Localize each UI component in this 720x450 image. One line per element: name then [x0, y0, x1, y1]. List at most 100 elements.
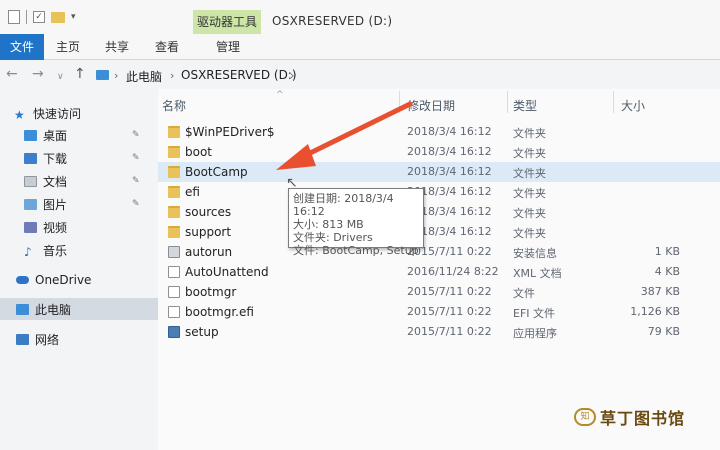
file-name: efi	[185, 185, 200, 199]
nav-label: 文档	[43, 174, 68, 189]
table-row[interactable]: BootCamp 2018/3/4 16:12 文件夹	[158, 162, 720, 182]
setup-info-file-icon	[168, 246, 180, 258]
file-name: bootmgr	[185, 285, 237, 299]
column-header-name[interactable]: 名称	[162, 97, 186, 114]
file-name: boot	[185, 145, 213, 159]
back-arrow-icon[interactable]: ←	[6, 66, 18, 82]
table-row[interactable]: efi 2018/3/4 16:12 文件夹	[158, 182, 720, 202]
file-size: 1,126 KB	[630, 305, 680, 318]
nav-desktop[interactable]: 桌面 ✎	[0, 124, 158, 146]
table-row[interactable]: bootmgr.efi 2015/7/11 0:22 EFI 文件 1,126 …	[158, 302, 720, 322]
nav-label: 图片	[43, 197, 68, 212]
nav-this-pc[interactable]: 此电脑	[0, 298, 158, 320]
nav-pictures[interactable]: 图片 ✎	[0, 193, 158, 215]
nav-label: 下载	[43, 151, 68, 166]
column-divider[interactable]	[613, 91, 614, 113]
application-icon	[168, 326, 180, 338]
breadcrumb-chevron-icon[interactable]: ›	[114, 69, 118, 82]
file-type: 文件夹	[513, 127, 546, 140]
file-type: EFI 文件	[513, 307, 556, 320]
folder-icon	[168, 166, 180, 178]
column-divider[interactable]	[507, 91, 508, 113]
music-icon: ♪	[24, 244, 32, 259]
nav-label: 音乐	[43, 243, 68, 258]
pictures-icon	[24, 198, 37, 210]
properties-icon[interactable]	[8, 10, 20, 24]
file-size: 4 KB	[654, 265, 680, 278]
network-icon	[16, 333, 29, 345]
up-arrow-icon[interactable]: ↑	[74, 66, 86, 82]
column-header-size[interactable]: 大小	[621, 97, 645, 114]
nav-quick-access[interactable]: ★ 快速访问	[0, 102, 158, 124]
pin-icon[interactable]: ✎	[132, 176, 140, 186]
window-title: OSXRESERVED (D:)	[272, 14, 393, 28]
folder-info-tooltip: 创建日期: 2018/3/4 16:12 大小: 813 MB 文件夹: Dri…	[288, 188, 424, 257]
file-date: 2015/7/11 0:22	[407, 325, 492, 338]
tooltip-created: 创建日期: 2018/3/4 16:12	[293, 192, 394, 218]
videos-icon	[24, 221, 37, 233]
column-header-type[interactable]: 类型	[513, 97, 537, 114]
file-size: 1 KB	[654, 245, 680, 258]
table-row[interactable]: setup 2015/7/11 0:22 应用程序 79 KB	[158, 322, 720, 342]
file-type: 文件夹	[513, 147, 546, 160]
xml-file-icon	[168, 266, 180, 278]
table-row[interactable]: support 2018/3/4 16:12 文件夹	[158, 222, 720, 242]
sort-caret-icon: ^	[276, 90, 284, 100]
table-row[interactable]: sources 2018/3/4 16:12 文件夹	[158, 202, 720, 222]
drive-tools-context-tab[interactable]: 驱动器工具	[193, 10, 261, 34]
folder-icon	[168, 186, 180, 198]
tab-share[interactable]: 共享	[105, 34, 129, 60]
nav-label: OneDrive	[35, 273, 92, 287]
breadcrumb-chevron-icon[interactable]: ›	[290, 69, 294, 82]
efi-file-icon	[168, 306, 180, 318]
forward-arrow-icon[interactable]: →	[32, 66, 44, 82]
quick-access-toolbar: ✓ ▾	[8, 10, 76, 24]
table-row[interactable]: AutoUnattend 2016/11/24 8:22 XML 文档 4 KB	[158, 262, 720, 282]
nav-music[interactable]: ♪ 音乐	[0, 239, 158, 261]
tooltip-folders: 文件夹: Drivers	[293, 231, 373, 244]
title-bar: ✓ ▾ 驱动器工具 OSXRESERVED (D:)	[0, 0, 720, 34]
address-bar: ← → ∨ ↑ › 此电脑 › OSXRESERVED (D:) ›	[0, 61, 720, 89]
pin-icon[interactable]: ✎	[132, 130, 140, 140]
table-row[interactable]: autorun 2015/7/11 0:22 安装信息 1 KB	[158, 242, 720, 262]
file-type: XML 文档	[513, 267, 562, 280]
file-name: bootmgr.efi	[185, 305, 254, 319]
customize-dropdown-icon[interactable]: ▾	[71, 12, 76, 22]
tab-view[interactable]: 查看	[155, 34, 179, 60]
pin-icon[interactable]: ✎	[132, 199, 140, 209]
file-name: autorun	[185, 245, 233, 259]
computer-icon	[16, 303, 29, 315]
folder-icon	[168, 146, 180, 158]
breadcrumb-drive[interactable]: OSXRESERVED (D:)	[181, 68, 297, 82]
table-row[interactable]: $WinPEDriver$ 2018/3/4 16:12 文件夹	[158, 122, 720, 142]
nav-documents[interactable]: 文档 ✎	[0, 170, 158, 192]
pin-icon[interactable]: ✎	[132, 153, 140, 163]
file-type: 文件夹	[513, 207, 546, 220]
folder-icon	[168, 226, 180, 238]
watermark-badge: 知	[574, 408, 596, 426]
documents-icon	[24, 175, 37, 187]
nav-videos[interactable]: 视频	[0, 216, 158, 238]
file-name: BootCamp	[185, 165, 248, 179]
file-size: 387 KB	[640, 285, 680, 298]
file-list: 名称 ^ 修改日期 类型 大小 $WinPEDriver$ 2018/3/4 1…	[158, 89, 720, 450]
checkbox-icon[interactable]: ✓	[33, 11, 45, 23]
tooltip-files: 文件: BootCamp, Setup	[293, 244, 419, 257]
recent-locations-chevron-icon[interactable]: ∨	[57, 69, 64, 85]
file-date: 2016/11/24 8:22	[407, 265, 499, 278]
new-folder-icon[interactable]	[51, 11, 65, 23]
watermark-text: 草丁图书馆	[600, 409, 686, 428]
table-row[interactable]: bootmgr 2015/7/11 0:22 文件 387 KB	[158, 282, 720, 302]
table-row[interactable]: boot 2018/3/4 16:12 文件夹	[158, 142, 720, 162]
file-type: 应用程序	[513, 327, 557, 340]
tab-home[interactable]: 主页	[56, 34, 80, 60]
breadcrumb-this-pc[interactable]: 此电脑	[126, 68, 162, 85]
nav-network[interactable]: 网络	[0, 328, 158, 350]
this-pc-icon	[96, 70, 109, 80]
nav-downloads[interactable]: 下载 ✎	[0, 147, 158, 169]
tab-manage[interactable]: 管理	[216, 34, 240, 60]
breadcrumb-chevron-icon[interactable]: ›	[170, 69, 174, 82]
tab-file[interactable]: 文件	[0, 34, 44, 60]
nav-onedrive[interactable]: OneDrive	[0, 269, 158, 291]
watermark: 知 草丁图书馆	[574, 404, 720, 430]
